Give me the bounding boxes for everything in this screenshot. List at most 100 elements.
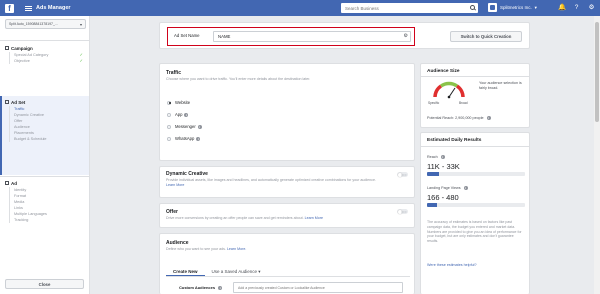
facebook-logo-icon[interactable]: f (5, 3, 14, 13)
sidebar-item-ad[interactable]: Ad (0, 179, 89, 187)
sidebar-item-tracking[interactable]: Tracking (0, 217, 89, 223)
check-icon: ✓ (79, 58, 83, 63)
audience-description: Define who you want to see your ads. Lea… (166, 247, 396, 252)
divider (421, 76, 529, 77)
info-icon[interactable]: i (218, 286, 223, 290)
estimates-helpful-link[interactable]: Were these estimates helpful? (427, 263, 477, 267)
tab-create-new[interactable]: Create New (166, 266, 205, 276)
learn-more-link[interactable]: Learn More (166, 183, 184, 187)
landing-page-views-label: Landing Page Views i (427, 186, 468, 190)
learn-more-link[interactable]: Learn More (305, 216, 323, 220)
settings-icon[interactable]: ⚙ (588, 4, 595, 11)
sidebar: Split Auto_15908841378197_… ▾ Campaign S… (0, 16, 90, 294)
lpv-label-text: Landing Page Views (427, 186, 461, 190)
radio-selected[interactable] (167, 100, 171, 105)
radio-label: App (175, 112, 183, 117)
notifications-icon[interactable]: 🔔 (558, 4, 566, 11)
audience-size-title: Audience Size (427, 69, 460, 74)
divider (421, 146, 529, 147)
reach-label: Reach i (427, 155, 445, 159)
chevron-down-icon: ▾ (79, 22, 82, 27)
app-title: Ads Manager (36, 5, 71, 11)
info-icon[interactable]: i (463, 186, 468, 190)
info-icon[interactable]: i (184, 112, 189, 117)
reach-value: 11K - 33K (427, 162, 460, 171)
top-icons: 🔔 ? ⚙ (558, 4, 595, 11)
sidebar-head-label: Ad Set (11, 99, 26, 105)
offer-description: Drive more conversions by creating an of… (166, 216, 396, 221)
traffic-option-messenger[interactable]: Messenger i (167, 124, 202, 129)
help-icon[interactable]: ? (573, 4, 580, 11)
adset-name-label: Ad Set Name (174, 33, 200, 38)
search-icon[interactable] (470, 5, 475, 10)
audience-tabs: Create New Use a Saved Audience ▾ (166, 266, 410, 277)
search-box[interactable] (341, 3, 478, 13)
adset-name-highlight: Ad Set Name ⚙ (167, 27, 415, 46)
description-text: Provide individual assets, like images a… (166, 178, 376, 182)
sidebar-item-label: Budget & Schedule (14, 137, 47, 141)
description-text: Drive more conversions by creating an of… (166, 216, 304, 220)
adset-name-field[interactable]: ⚙ (213, 30, 411, 42)
sidebar-item-label: Audience (14, 125, 30, 129)
radio-label: Messenger (175, 124, 196, 129)
traffic-option-website[interactable]: Website (167, 100, 190, 105)
sidebar-section-campaign: Campaign Special Ad Category ✓ Objective… (0, 44, 89, 64)
ad-account-value: Split Auto_15908841378197_… (9, 22, 59, 26)
gear-icon[interactable]: ⚙ (404, 33, 408, 39)
sidebar-head-label: Ad (11, 180, 17, 186)
adset-icon (5, 100, 9, 104)
estimates-note: The accuracy of estimates is based on fa… (427, 220, 522, 244)
radio[interactable] (167, 124, 171, 129)
account-switcher[interactable]: Splitmetrics Inc. ▼ (488, 3, 538, 12)
sidebar-item-campaign[interactable]: Campaign (0, 44, 89, 52)
toggle-state: OFF (401, 173, 407, 177)
estimated-results-card: Estimated Daily Results Reach i 11K - 33… (420, 132, 530, 294)
info-icon[interactable]: i (440, 155, 445, 159)
sidebar-item-budget-schedule[interactable]: Budget & Schedule (0, 136, 89, 142)
tab-use-saved-audience[interactable]: Use a Saved Audience ▾ (205, 266, 268, 276)
scrollbar-thumb[interactable] (595, 22, 599, 122)
info-icon[interactable]: i (196, 136, 201, 141)
sidebar-item-label: Format (14, 194, 27, 198)
close-button[interactable]: Close (5, 279, 84, 289)
custom-audiences-input[interactable] (234, 283, 399, 292)
sidebar-item-label: Traffic (14, 107, 25, 111)
search-input[interactable] (341, 3, 461, 13)
sidebar-item-label: Placements (14, 131, 34, 135)
account-logo-icon (488, 3, 497, 12)
traffic-option-app[interactable]: App i (167, 112, 189, 117)
potential-reach-text: Potential Reach: 2,900,000 people (427, 116, 484, 120)
adset-name-card: Ad Set Name ⚙ Switch to Quick Creation (159, 22, 530, 49)
sidebar-section-adset: Ad Set Traffic Dynamic Creative Offer Au… (0, 96, 89, 175)
campaign-icon (5, 46, 9, 50)
learn-more-link[interactable]: Learn More. (227, 247, 246, 251)
radio[interactable] (167, 112, 171, 117)
audience-title: Audience (166, 240, 189, 246)
ad-account-select[interactable]: Split Auto_15908841378197_… ▾ (5, 19, 86, 29)
sidebar-item-label: Media (14, 200, 25, 204)
info-icon[interactable]: i (197, 124, 202, 129)
potential-reach: Potential Reach: 2,900,000 people i (427, 116, 491, 120)
radio-label: WhatsApp (175, 136, 195, 141)
radio[interactable] (167, 136, 171, 141)
description-text: Define who you want to see your ads. (166, 247, 226, 251)
sidebar-item-label: Special Ad Category (14, 53, 49, 57)
traffic-option-whatsapp[interactable]: WhatsApp i (167, 136, 201, 141)
reach-label-text: Reach (427, 155, 438, 159)
menu-icon[interactable] (25, 5, 32, 11)
sidebar-item-adset[interactable]: Ad Set (0, 98, 89, 106)
landing-page-views-value: 166 - 480 (427, 193, 459, 202)
audience-size-card: Audience Size Specific Broad Your audien… (420, 63, 530, 128)
adset-name-input[interactable] (214, 31, 399, 41)
page-scrollbar[interactable] (594, 16, 600, 294)
custom-audiences-field[interactable] (233, 282, 403, 293)
switch-to-quick-creation-button[interactable]: Switch to Quick Creation (450, 31, 522, 42)
sidebar-item-label: Dynamic Creative (14, 113, 44, 117)
custom-audiences-label: Custom Audiences i (179, 285, 223, 290)
sidebar-item-objective[interactable]: Objective ✓ (0, 58, 89, 64)
radio-label: Website (175, 100, 191, 105)
divider (0, 176, 90, 177)
traffic-card: Traffic Choose where you want to drive t… (159, 63, 415, 161)
offer-card: Offer Drive more conversions by creating… (159, 203, 415, 228)
info-icon[interactable]: i (486, 116, 491, 120)
